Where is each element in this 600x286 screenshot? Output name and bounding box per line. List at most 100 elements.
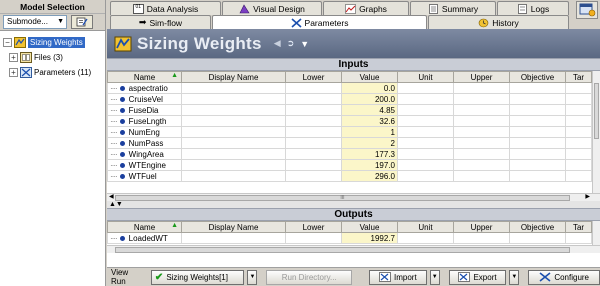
parameter-cell[interactable] — [509, 93, 566, 105]
parameter-cell[interactable] — [285, 126, 342, 138]
parameter-cell[interactable] — [509, 148, 566, 160]
parameter-cell[interactable] — [509, 159, 566, 171]
parameter-cell[interactable] — [285, 137, 342, 149]
parameter-value-cell[interactable]: 0.0 — [341, 82, 398, 94]
tab-summary[interactable]: Summary — [410, 1, 496, 15]
parameter-cell[interactable] — [397, 159, 454, 171]
column-header[interactable]: Name ▲ — [107, 221, 182, 233]
window-options-button[interactable] — [576, 1, 598, 19]
table-row[interactable]: ···· NumPass 2 — [107, 137, 592, 149]
chevron-down-icon[interactable]: ▼ — [300, 39, 309, 49]
parameter-name-cell[interactable]: ···· LoadedWT — [107, 232, 182, 244]
parameter-cell[interactable] — [397, 170, 454, 182]
parameter-cell[interactable] — [509, 126, 566, 138]
parameter-value-cell[interactable]: 1 — [341, 126, 398, 138]
table-row[interactable]: ···· FuseDia 4.85 — [107, 104, 592, 116]
column-header[interactable]: Objective — [509, 221, 566, 233]
column-header[interactable]: Name ▲ — [107, 71, 182, 83]
column-header[interactable]: Value — [341, 221, 398, 233]
run-directory-button[interactable]: Run Directory... — [266, 269, 352, 285]
run-selector[interactable]: ✔ Sizing Weights[1] — [150, 269, 245, 285]
tab-sim-flow[interactable]: ➡ Sim-flow — [110, 15, 211, 29]
parameter-cell[interactable] — [285, 104, 342, 116]
scroll-thumb[interactable]: III — [115, 195, 570, 201]
outputs-vertical-scrollbar[interactable] — [592, 221, 600, 245]
table-row[interactable]: ···· WTEngine 197.0 — [107, 159, 592, 171]
tab-data-analysis[interactable]: 01 Data Analysis — [110, 1, 221, 15]
parameter-cell[interactable] — [397, 93, 454, 105]
parameter-cell[interactable] — [397, 126, 454, 138]
parameter-cell[interactable] — [509, 82, 566, 94]
tab-visual-design[interactable]: Visual Design — [222, 1, 322, 15]
parameter-cell[interactable] — [453, 159, 510, 171]
parameter-cell[interactable] — [285, 159, 342, 171]
parameter-name-cell[interactable]: ···· WTEngine — [107, 159, 182, 171]
parameter-cell[interactable] — [509, 137, 566, 149]
tab-history[interactable]: History — [428, 15, 569, 29]
parameter-name-cell[interactable]: ···· NumPass — [107, 137, 182, 149]
column-header[interactable]: Lower — [285, 221, 342, 233]
parameter-value-cell[interactable]: 32.6 — [341, 115, 398, 127]
column-header[interactable]: Upper — [453, 71, 510, 83]
parameter-cell[interactable] — [181, 148, 286, 160]
column-header[interactable]: Upper — [453, 221, 510, 233]
parameter-cell[interactable] — [181, 93, 286, 105]
parameter-name-cell[interactable]: ···· aspectratio — [107, 82, 182, 94]
tab-logs[interactable]: Logs — [497, 1, 569, 15]
parameter-name-cell[interactable]: ···· FuseLngth — [107, 115, 182, 127]
parameter-cell[interactable] — [397, 137, 454, 149]
back-icon[interactable]: ◀ — [274, 38, 281, 49]
import-button[interactable]: Import — [369, 269, 427, 285]
table-row[interactable]: ···· WTFuel 296.0 — [107, 170, 592, 182]
parameter-cell[interactable] — [285, 115, 342, 127]
parameter-value-cell[interactable]: 4.85 — [341, 104, 398, 116]
parameter-cell[interactable] — [565, 115, 592, 127]
parameter-name-cell[interactable]: ···· WingArea — [107, 148, 182, 160]
table-row[interactable]: ···· LoadedWT 1992.7 — [107, 232, 592, 244]
column-header[interactable]: Display Name — [181, 221, 286, 233]
table-row[interactable]: ···· aspectratio 0.0 — [107, 82, 592, 94]
table-row[interactable]: ···· FuseLngth 32.6 — [107, 115, 592, 127]
parameter-cell[interactable] — [181, 104, 286, 116]
table-row[interactable]: ···· CruiseVel 200.0 — [107, 93, 592, 105]
parameter-cell[interactable] — [453, 104, 510, 116]
parameter-cell[interactable] — [285, 170, 342, 182]
import-dropdown[interactable]: ▼ — [429, 269, 440, 285]
parameter-cell[interactable] — [397, 148, 454, 160]
parameter-cell[interactable] — [453, 126, 510, 138]
parameter-cell[interactable] — [181, 232, 286, 244]
outputs-horizontal-scrollbar[interactable] — [107, 245, 600, 253]
panel-splitter[interactable]: ▲▼ — [107, 201, 600, 208]
parameter-name-cell[interactable]: ···· NumEng — [107, 126, 182, 138]
table-row[interactable]: ···· WingArea 177.3 — [107, 148, 592, 160]
tab-parameters[interactable]: Parameters — [212, 15, 427, 30]
parameter-cell[interactable] — [285, 148, 342, 160]
parameter-cell[interactable] — [181, 115, 286, 127]
parameter-cell[interactable] — [453, 137, 510, 149]
tree-item-parameters[interactable]: + Parameters (11) — [0, 65, 105, 80]
parameter-cell[interactable] — [509, 115, 566, 127]
parameter-cell[interactable] — [565, 232, 592, 244]
parameter-cell[interactable] — [285, 93, 342, 105]
parameter-name-cell[interactable]: ···· WTFuel — [107, 170, 182, 182]
parameter-value-cell[interactable]: 1992.7 — [341, 232, 398, 244]
parameter-cell[interactable] — [181, 170, 286, 182]
parameter-value-cell[interactable]: 200.0 — [341, 93, 398, 105]
parameter-cell[interactable] — [565, 148, 592, 160]
parameter-cell[interactable] — [565, 104, 592, 116]
parameter-cell[interactable] — [453, 148, 510, 160]
parameter-cell[interactable] — [565, 170, 592, 182]
parameter-cell[interactable] — [181, 137, 286, 149]
parameter-cell[interactable] — [397, 82, 454, 94]
parameter-cell[interactable] — [565, 159, 592, 171]
submode-dropdown[interactable]: Submode... ▼ — [3, 15, 67, 29]
tree-item-sizing-weights[interactable]: − Sizing Weights — [0, 35, 105, 50]
parameter-value-cell[interactable]: 296.0 — [341, 170, 398, 182]
expand-icon[interactable]: + — [9, 53, 18, 62]
parameter-cell[interactable] — [453, 115, 510, 127]
parameter-cell[interactable] — [397, 115, 454, 127]
parameter-cell[interactable] — [565, 93, 592, 105]
configure-button[interactable]: Configure — [528, 269, 600, 285]
parameter-cell[interactable] — [509, 104, 566, 116]
parameter-cell[interactable] — [509, 232, 566, 244]
